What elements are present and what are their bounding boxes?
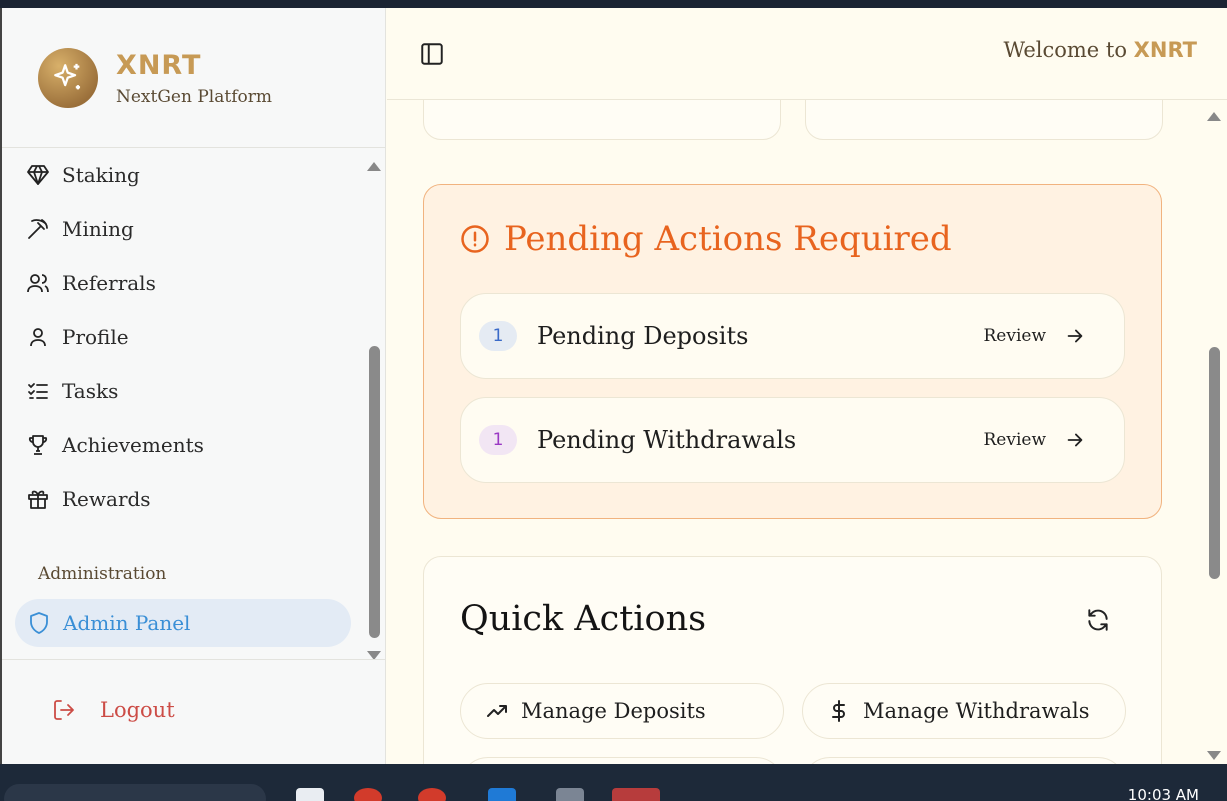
pending-actions-card: Pending Actions Required 1 Pending Depos… [423, 184, 1162, 519]
sidebar-item-rewards[interactable]: Rewards [2, 472, 364, 526]
sidebar-item-profile[interactable]: Profile [2, 310, 364, 364]
brand-name: XNRT [116, 49, 202, 81]
logout-icon [54, 700, 74, 720]
sidebar-item-achievements[interactable]: Achievements [2, 418, 364, 472]
os-taskbar: 10:03 AM [0, 764, 1227, 801]
brand-subtitle: NextGen Platform [116, 86, 272, 107]
pickaxe-icon [28, 219, 48, 239]
arrow-right-icon [1067, 329, 1083, 343]
list-checks-icon [28, 383, 48, 399]
browser-icon[interactable] [354, 788, 382, 801]
welcome-brand: XNRT [1133, 38, 1197, 62]
sidebar-nav: Staking Mining Referrals Profile Tasks A… [2, 148, 364, 526]
trending-up-icon [487, 705, 507, 717]
sidebar-item-staking[interactable]: Staking [2, 148, 364, 202]
sidebar-item-label: Mining [62, 217, 134, 241]
manage-withdrawals-button[interactable]: Manage Withdrawals [802, 683, 1126, 739]
sidebar-item-mining[interactable]: Mining [2, 202, 364, 256]
app-icon[interactable] [612, 788, 660, 801]
sidebar: XNRT NextGen Platform Staking Mining Ref… [2, 8, 386, 764]
top-bar: Welcome to XNRT [387, 8, 1227, 100]
stat-card [423, 100, 781, 140]
manage-deposits-button[interactable]: Manage Deposits [460, 683, 784, 739]
app-window: XNRT NextGen Platform Staking Mining Ref… [0, 8, 1227, 764]
taskbar-search[interactable] [4, 784, 266, 801]
sidebar-item-referrals[interactable]: Referrals [2, 256, 364, 310]
sidebar-item-label: Profile [62, 325, 129, 349]
sidebar-scrollbar[interactable] [366, 156, 382, 664]
pending-title-text: Pending Actions Required [504, 219, 952, 259]
row-label: Pending Withdrawals [537, 426, 797, 454]
vscode-icon[interactable] [488, 788, 516, 801]
pending-withdrawals-row[interactable]: 1 Pending Withdrawals Review [460, 397, 1125, 483]
count-badge: 1 [479, 425, 517, 455]
scroll-up-icon[interactable] [367, 162, 381, 171]
users-icon [27, 274, 49, 293]
sidebar-item-label: Staking [62, 163, 140, 187]
browser-icon[interactable] [418, 788, 446, 801]
review-withdrawals-button[interactable]: Review [983, 429, 1086, 451]
row-label: Pending Deposits [537, 322, 749, 350]
main-scrollbar[interactable] [1207, 112, 1221, 760]
taskbar-clock: 10:03 AM [1127, 786, 1199, 801]
section-label-administration: Administration [38, 564, 167, 584]
button-label: Manage Withdrawals [863, 699, 1090, 723]
refresh-button[interactable] [1085, 607, 1111, 633]
gift-icon [28, 490, 48, 509]
main-content: Pending Actions Required 1 Pending Depos… [387, 100, 1201, 764]
sidebar-item-label: Achievements [62, 433, 204, 457]
refresh-icon [1088, 609, 1108, 631]
quick-action-button[interactable] [802, 757, 1126, 764]
stat-card [805, 100, 1163, 140]
welcome-text: Welcome to XNRT [1003, 38, 1197, 62]
welcome-prefix: Welcome to [1003, 38, 1134, 62]
button-label: Manage Deposits [521, 699, 706, 723]
count-badge: 1 [479, 321, 517, 351]
sidebar-toggle-button[interactable] [419, 41, 445, 67]
scroll-down-icon[interactable] [1207, 751, 1221, 760]
dollar-sign-icon [832, 700, 845, 722]
review-label: Review [983, 326, 1046, 346]
user-icon [30, 328, 46, 347]
trophy-icon [28, 435, 48, 455]
sidebar-item-label: Referrals [62, 271, 156, 295]
divider [2, 659, 385, 660]
app-icon[interactable] [556, 788, 584, 801]
logout-label: Logout [100, 698, 175, 722]
main-area: Welcome to XNRT Pending Actions Required… [387, 8, 1227, 764]
pending-deposits-row[interactable]: 1 Pending Deposits Review [460, 293, 1125, 379]
sidebar-item-tasks[interactable]: Tasks [2, 364, 364, 418]
arrow-right-icon [1067, 433, 1083, 447]
shield-icon [30, 612, 48, 634]
sparkles-icon [38, 48, 98, 108]
gem-icon [27, 165, 49, 185]
quick-actions-card: Quick Actions Manage Deposits Manage Wit… [423, 556, 1162, 764]
review-deposits-button[interactable]: Review [983, 325, 1086, 347]
review-label: Review [983, 430, 1046, 450]
sidebar-item-label: Admin Panel [63, 611, 191, 635]
quick-action-button[interactable] [460, 757, 784, 764]
file-explorer-icon[interactable] [296, 788, 324, 801]
sidebar-item-label: Tasks [62, 379, 119, 403]
pending-actions-title: Pending Actions Required [460, 219, 952, 259]
scrollbar-thumb[interactable] [1209, 347, 1220, 579]
sidebar-item-admin-panel[interactable]: Admin Panel [15, 599, 351, 647]
scrollbar-thumb[interactable] [369, 346, 380, 638]
sidebar-item-label: Rewards [62, 487, 151, 511]
scroll-up-icon[interactable] [1207, 112, 1221, 121]
alert-circle-icon [461, 225, 489, 253]
quick-actions-title: Quick Actions [460, 599, 707, 639]
logout-button[interactable]: Logout [52, 698, 175, 722]
brand[interactable]: XNRT NextGen Platform [38, 48, 272, 108]
panel-left-icon [421, 43, 443, 65]
